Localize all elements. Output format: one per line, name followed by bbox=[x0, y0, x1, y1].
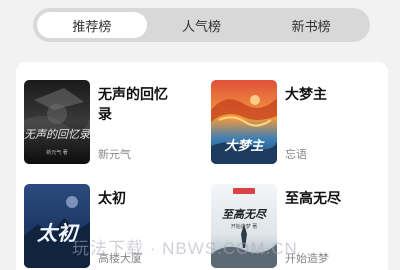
book-list-card: 无声的回忆录 新元气 著 无声的回忆录 新元气 大梦主 大梦主 忘语 太初 太初… bbox=[16, 62, 388, 270]
tab-popular[interactable]: 人气榜 bbox=[147, 12, 257, 38]
book-author-2: 忘语 bbox=[285, 149, 307, 161]
cover-title-text-2: 大梦主 bbox=[224, 138, 265, 154]
cover-subtext-1: 新元气 著 bbox=[46, 149, 68, 156]
cover-subtext-4: 开始造梦 著 bbox=[231, 223, 258, 230]
book-title-4[interactable]: 至高无尽 bbox=[285, 188, 365, 208]
book-author-1: 新元气 bbox=[98, 149, 131, 161]
book-author-4: 开始造梦 bbox=[285, 253, 329, 265]
book-title-1[interactable]: 无声的回忆录 bbox=[98, 84, 178, 124]
book-item-1[interactable]: 无声的回忆录 新元气 著 无声的回忆录 新元气 bbox=[16, 62, 196, 164]
cover-title-text-4: 至高无尽 bbox=[222, 208, 267, 221]
book-cover-1[interactable]: 无声的回忆录 新元气 著 bbox=[24, 80, 90, 164]
book-cover-2[interactable]: 大梦主 bbox=[211, 80, 277, 164]
book-cover-4[interactable]: 至高无尽 开始造梦 著 bbox=[211, 184, 277, 268]
cover-title-text-1: 无声的回忆录 bbox=[24, 128, 90, 141]
book-item-4[interactable]: 至高无尽 开始造梦 著 至高无尽 开始造梦 bbox=[203, 166, 383, 268]
tab-recommend[interactable]: 推荐榜 bbox=[37, 12, 147, 38]
tab-new-books[interactable]: 新书榜 bbox=[256, 12, 366, 38]
book-item-2[interactable]: 大梦主 大梦主 忘语 bbox=[203, 62, 383, 164]
cover-title-text-3: 太初 bbox=[36, 221, 80, 245]
book-title-2[interactable]: 大梦主 bbox=[285, 84, 365, 104]
book-cover-3[interactable]: 太初 bbox=[24, 184, 90, 268]
ranking-tab-bar: 推荐榜 人气榜 新书榜 bbox=[33, 8, 370, 42]
book-author-3: 高楼大厦 bbox=[98, 253, 142, 265]
book-title-3[interactable]: 太初 bbox=[98, 188, 178, 208]
book-item-3[interactable]: 太初 太初 高楼大厦 bbox=[16, 166, 196, 268]
